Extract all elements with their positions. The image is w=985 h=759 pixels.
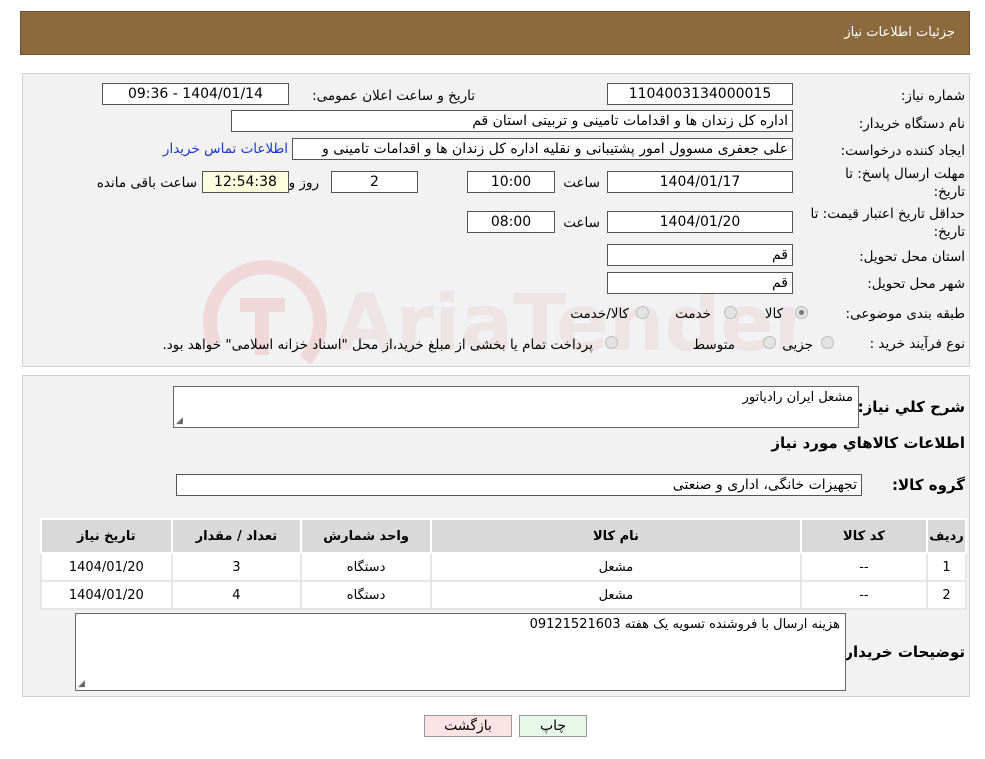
reply-time-field[interactable]: 10:00 [467, 171, 555, 193]
buyer-org-field[interactable]: اداره کل زندان ها و اقدامات تامینی و ترب… [231, 110, 793, 132]
cell-goods-code: -- [799, 552, 929, 582]
process-radio-minor[interactable] [821, 336, 834, 349]
process-option-minor: جزیی [782, 337, 813, 353]
goods-group-field[interactable]: تجهیزات خانگی، اداری و صنعتی [176, 474, 862, 496]
need-number-label: شماره نیاز: [900, 88, 965, 104]
category-radio-service[interactable] [724, 306, 737, 319]
goods-group-label: گروه کالا: [892, 476, 965, 494]
announce-datetime-field[interactable]: 1404/01/14 - 09:36 [102, 83, 289, 105]
process-note: پرداخت تمام یا بخشی از مبلغ خرید،از محل … [162, 337, 593, 353]
creator-label: ایجاد کننده درخواست: [840, 143, 965, 159]
process-label: نوع فرآیند خرید : [869, 336, 965, 352]
buyer-contact-link[interactable]: اطلاعات تماس خریدار [163, 141, 288, 157]
col-unit: واحد شمارش [300, 518, 433, 554]
col-row-number: رديف [926, 518, 967, 554]
process-option-medium: متوسط [692, 337, 735, 353]
buyer-notes-text: هزینه ارسال با فروشنده تسویه یک هفته 091… [529, 617, 840, 632]
col-goods-code: کد کالا [799, 518, 929, 554]
days-label: روز و [288, 175, 319, 191]
table-row: 1 -- مشعل دستگاه 3 1404/01/20 [40, 552, 967, 582]
table-row: 2 -- مشعل دستگاه 4 1404/01/20 [40, 580, 967, 610]
buyer-org-label: نام دستگاه خریدار: [858, 116, 965, 132]
cell-quantity: 3 [170, 552, 303, 582]
cell-row-number: 2 [926, 580, 967, 610]
province-field[interactable]: قم [607, 244, 793, 266]
col-goods-name: نام کالا [430, 518, 802, 554]
price-time-field[interactable]: 08:00 [467, 211, 555, 233]
need-description-field[interactable]: مشعل ایران رادیاتور ◢ [173, 386, 859, 428]
category-option-goods: کالا [764, 306, 783, 322]
remaining-time-field: 12:54:38 [202, 171, 289, 193]
col-quantity: تعداد / مقدار [170, 518, 303, 554]
goods-info-title: اطلاعات کالاهاي مورد نياز [771, 434, 965, 452]
resize-grip-icon[interactable]: ◢ [78, 679, 85, 689]
process-radio-treasury[interactable] [605, 336, 618, 349]
city-label: شهر محل تحویل: [867, 276, 965, 292]
need-description-label: شرح کلي نياز: [857, 398, 965, 416]
cell-need-date: 1404/01/20 [40, 580, 173, 610]
buyer-notes-label: توضيحات خريدار: [838, 643, 965, 661]
page-header: جزئیات اطلاعات نیاز [20, 11, 970, 55]
cell-quantity: 4 [170, 580, 303, 610]
cell-goods-name: مشعل [430, 552, 802, 582]
cell-row-number: 1 [926, 552, 967, 582]
price-validity-label-date: تاریخ: [933, 224, 965, 240]
price-date-field[interactable]: 1404/01/20 [607, 211, 793, 233]
resize-grip-icon[interactable]: ◢ [176, 416, 183, 426]
province-label: استان محل تحویل: [859, 249, 965, 265]
category-label: طبقه بندی موضوعی: [845, 306, 965, 322]
price-validity-label: حداقل تاریخ اعتبار قیمت: تا [810, 206, 965, 222]
reply-deadline-label-date: تاریخ: [933, 184, 965, 200]
cell-need-date: 1404/01/20 [40, 552, 173, 582]
category-radio-goods[interactable] [795, 306, 808, 319]
announce-datetime-label: تاریخ و ساعت اعلان عمومی: [312, 88, 475, 104]
cell-goods-code: -- [799, 580, 929, 610]
remaining-days-field[interactable]: 2 [331, 171, 418, 193]
radio-selected-dot [799, 310, 804, 315]
remaining-label: ساعت باقی مانده [96, 175, 197, 191]
cell-unit: دستگاه [300, 580, 433, 610]
page-title: جزئیات اطلاعات نیاز [844, 25, 955, 40]
col-need-date: تاریخ نیاز [40, 518, 173, 554]
reply-date-field[interactable]: 1404/01/17 [607, 171, 793, 193]
back-button[interactable]: بازگشت [424, 715, 512, 737]
category-option-goods-service: کالا/خدمت [570, 306, 629, 322]
table-header-row: رديف کد کالا نام کالا واحد شمارش تعداد /… [40, 518, 967, 554]
category-radio-goods-service[interactable] [636, 306, 649, 319]
buyer-notes-field[interactable]: هزینه ارسال با فروشنده تسویه یک هفته 091… [75, 613, 846, 691]
need-number-field[interactable]: 1104003134000015 [607, 83, 793, 105]
print-button[interactable]: چاپ [519, 715, 587, 737]
process-radio-medium[interactable] [763, 336, 776, 349]
reply-time-label: ساعت [563, 175, 600, 191]
cell-unit: دستگاه [300, 552, 433, 582]
cell-goods-name: مشعل [430, 580, 802, 610]
category-option-service: خدمت [675, 306, 711, 322]
city-field[interactable]: قم [607, 272, 793, 294]
need-description-text: مشعل ایران رادیاتور [742, 390, 853, 405]
reply-deadline-label: مهلت ارسال پاسخ: تا [845, 166, 965, 182]
price-time-label: ساعت [563, 215, 600, 231]
goods-table: رديف کد کالا نام کالا واحد شمارش تعداد /… [40, 518, 967, 610]
creator-field[interactable]: علی جعفری مسوول امور پشتیبانی و نقلیه اد… [292, 138, 793, 160]
